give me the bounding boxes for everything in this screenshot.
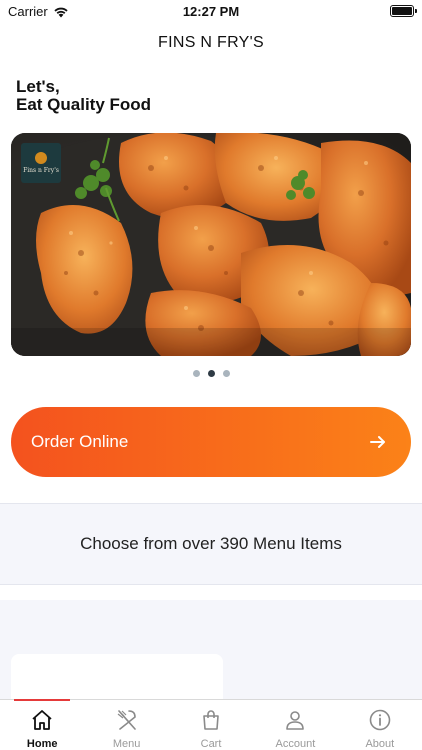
fork-knife-icon xyxy=(117,710,136,730)
greeting-heading: Let's, Eat Quality Food xyxy=(16,78,151,114)
hero-carousel[interactable]: Fins n Fry's xyxy=(11,133,411,356)
tab-about-label: About xyxy=(365,738,395,750)
brand-logo-text: Fins n Fry's xyxy=(23,167,59,174)
page-dot[interactable] xyxy=(222,370,230,377)
tab-bar: Home Menu Cart Account About xyxy=(0,699,422,750)
tab-cart-label: Cart xyxy=(200,738,222,750)
home-icon xyxy=(32,710,52,730)
tab-home-label: Home xyxy=(26,738,58,750)
tab-cart[interactable]: Cart xyxy=(169,700,253,750)
status-bar: Carrier 12:27 PM xyxy=(0,0,422,24)
order-online-label: Order Online xyxy=(31,432,129,451)
order-online-button[interactable]: Order Online xyxy=(11,407,411,477)
clock: 12:27 PM xyxy=(182,4,240,19)
carousel-page-indicator[interactable] xyxy=(0,370,422,377)
arrow-right-icon xyxy=(370,436,385,448)
tab-about[interactable]: About xyxy=(338,700,422,750)
tab-home[interactable]: Home xyxy=(0,699,84,750)
fish-logo-icon xyxy=(35,152,47,164)
shopping-bag-icon xyxy=(203,710,219,730)
fried-chicken-image xyxy=(11,133,411,356)
featured-card[interactable] xyxy=(11,654,223,700)
tab-account-label: Account xyxy=(275,738,316,750)
tab-menu-label: Menu xyxy=(112,738,141,750)
person-icon xyxy=(286,711,305,730)
tab-menu[interactable]: Menu xyxy=(84,700,168,750)
page-dot-active[interactable] xyxy=(207,370,215,377)
page-title: FINS N FRY'S xyxy=(158,34,264,51)
page-dot[interactable] xyxy=(192,370,200,377)
info-icon xyxy=(369,709,391,731)
tab-account[interactable]: Account xyxy=(253,700,337,750)
greeting-line-2: Eat Quality Food xyxy=(16,95,152,114)
battery-icon xyxy=(390,5,417,17)
brand-logo: Fins n Fry's xyxy=(21,143,61,183)
greeting-line-1: Let's, xyxy=(16,77,60,96)
menu-items-banner[interactable]: Choose from over 390 Menu Items xyxy=(0,503,422,585)
menu-items-banner-text: Choose from over 390 Menu Items xyxy=(80,534,342,553)
